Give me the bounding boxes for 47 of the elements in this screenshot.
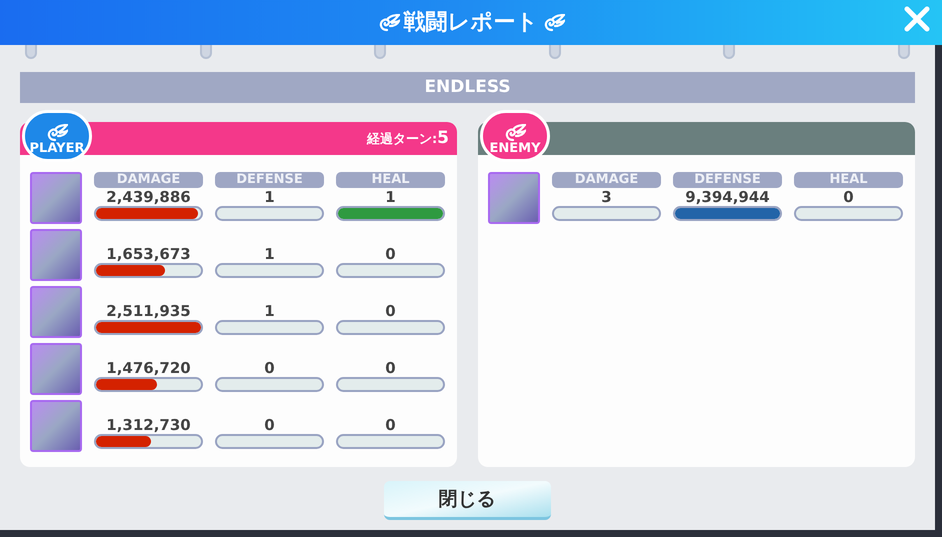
stat-value: 0 [263,416,276,434]
stat-value: 1 [263,302,276,320]
close-icon[interactable] [904,6,930,32]
character-portrait [488,172,540,224]
close-button[interactable]: 閉じる [384,481,550,520]
mode-label: ENDLESS [424,76,511,99]
window-title: 戦闘レポート [404,9,538,37]
binder-ring [548,45,561,59]
wing-icon [542,14,564,32]
binder-ring [200,45,212,59]
character-portrait [30,286,82,338]
turn-counter: 経過ターン:5 [366,126,449,150]
stat-value: 1 [384,188,397,206]
stat-value: 1,476,720 [105,359,192,377]
character-portrait [30,172,82,224]
binder-ring [25,45,37,59]
stat-value: 1,312,730 [105,416,192,434]
stat-value: 1 [263,188,276,206]
stat-value: 0 [263,359,276,377]
character-portrait [30,400,82,452]
stat-header: HEAL [794,172,903,188]
team-label: ENEMY [490,142,540,155]
stat-value: 2,511,935 [105,302,192,320]
stat-value: 0 [384,416,397,434]
binder-ring [723,45,736,59]
stat-header: DAMAGE [552,172,661,188]
stat-value: 1 [263,245,276,263]
stat-header: DAMAGE [94,172,203,188]
binder-ring [374,45,386,59]
stat-header: DEFENSE [673,172,782,188]
character-portrait [30,229,82,281]
stat-value: 2,439,886 [105,188,192,206]
wing-icon [378,14,400,32]
character-portrait [30,343,82,395]
wing-icon [504,124,526,142]
stat-header: HEAL [336,172,445,188]
stat-value: 0 [384,245,397,263]
stat-value: 0 [384,302,397,320]
stat-value: 0 [384,359,397,377]
stat-value: 1,653,673 [105,245,192,263]
binder-ring [898,45,910,59]
stat-value: 0 [842,188,855,206]
stat-header: DEFENSE [215,172,324,188]
stat-value: 3 [600,188,613,206]
stat-value: 9,394,944 [684,188,771,206]
wing-icon [46,124,68,142]
team-label: PLAYER [30,142,84,155]
